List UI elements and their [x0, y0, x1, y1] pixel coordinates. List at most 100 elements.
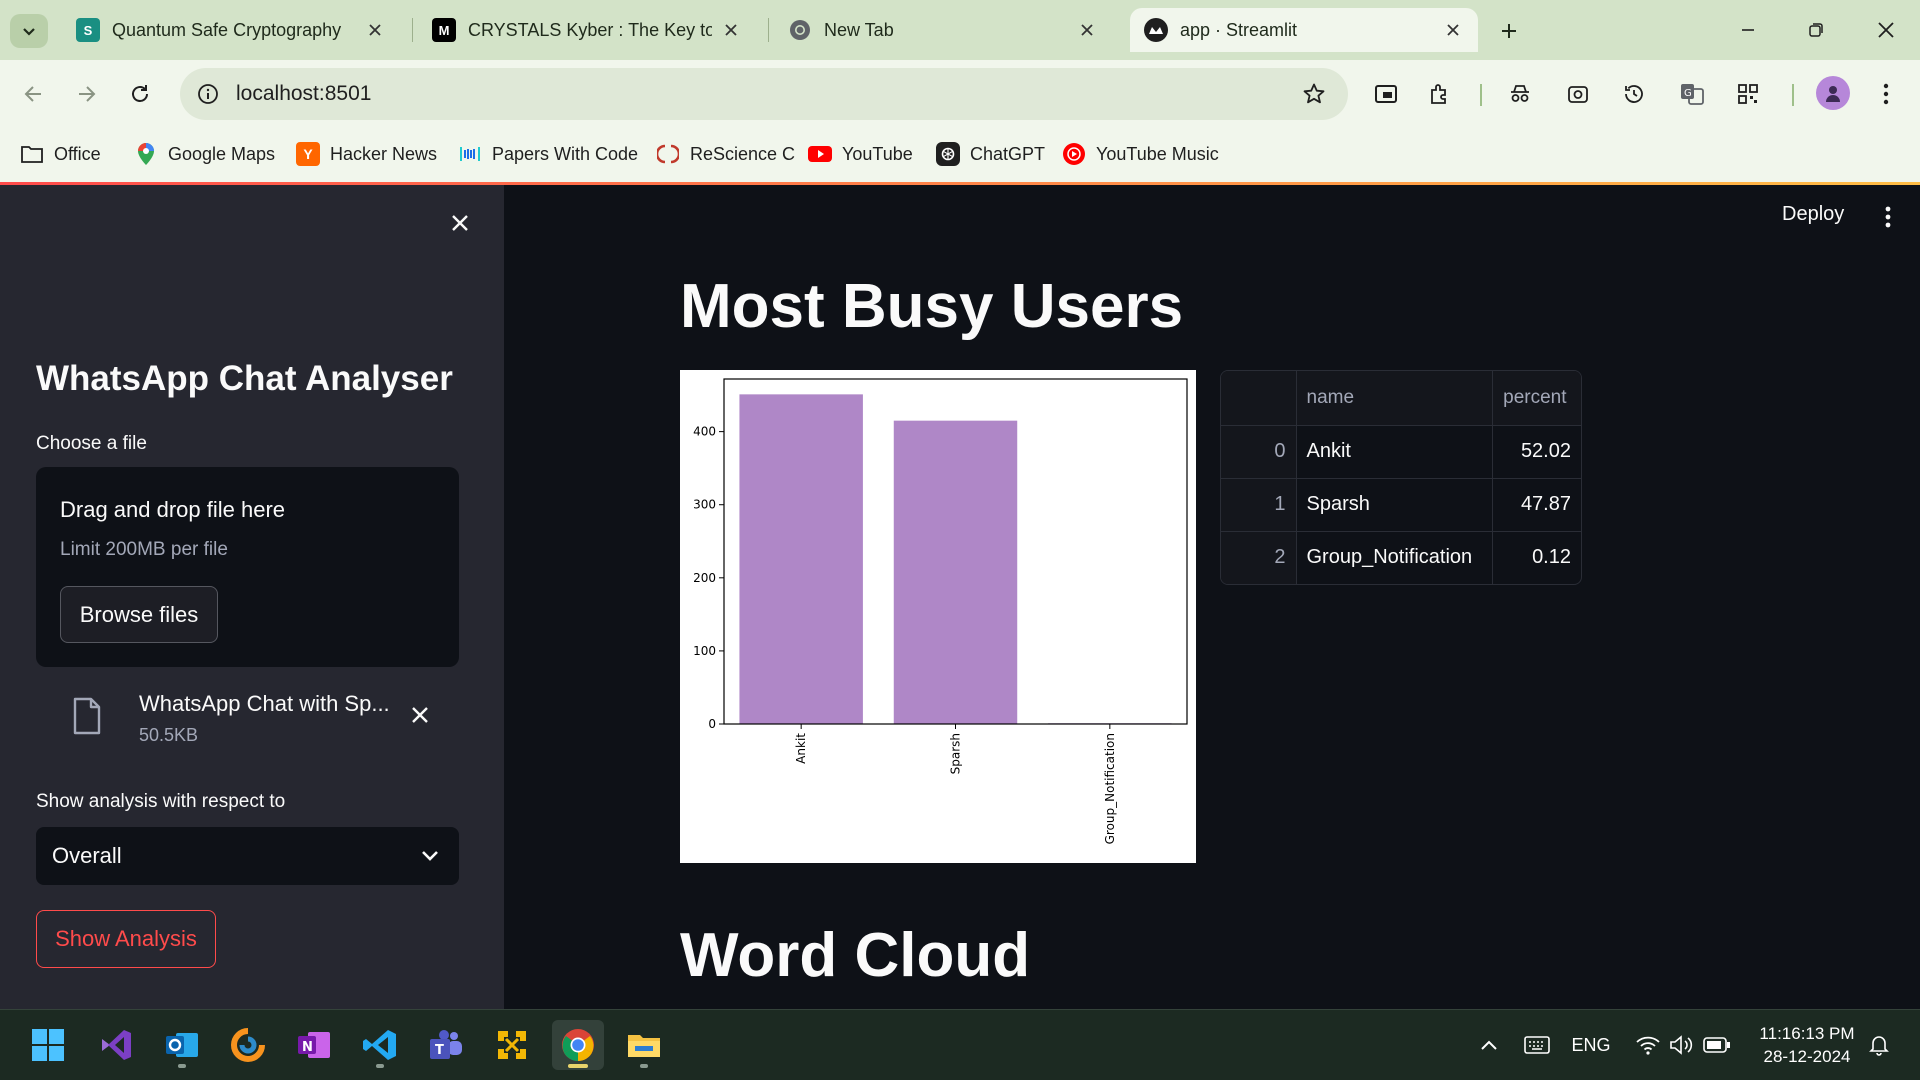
cell-percent[interactable]: 52.02: [1492, 425, 1581, 479]
bar: [893, 420, 1018, 724]
name-header[interactable]: name: [1296, 371, 1494, 426]
new-tab-button[interactable]: [1494, 16, 1524, 46]
file-explorer-icon: [628, 1035, 660, 1057]
show-analysis-button[interactable]: Show Analysis: [36, 910, 216, 968]
screenshot-extension-icon[interactable]: [1560, 76, 1596, 112]
close-icon[interactable]: [1442, 19, 1464, 41]
bookmark-label: Hacker News: [330, 143, 438, 164]
table-row: 1 Sparsh 47.87: [1221, 478, 1581, 532]
incognito-extension-icon[interactable]: [1502, 76, 1538, 112]
vertical-dots-icon: [1885, 206, 1891, 228]
history-icon[interactable]: [1616, 76, 1652, 112]
show-hidden-icons-button[interactable]: [1474, 1030, 1504, 1060]
cell-percent[interactable]: 47.87: [1492, 478, 1581, 532]
bookmark-chatgpt[interactable]: ChatGPT: [936, 138, 1045, 170]
extensions-icon[interactable]: [1422, 76, 1458, 112]
taskbar-app[interactable]: [222, 1020, 274, 1070]
taskbar-outlook[interactable]: [156, 1020, 208, 1070]
start-button[interactable]: [22, 1020, 74, 1070]
hacker-news-icon: Y: [296, 142, 320, 166]
index-header: [1221, 371, 1297, 426]
app2-icon: [498, 1031, 526, 1059]
cell-name[interactable]: Ankit: [1296, 425, 1494, 479]
tab-quantum-safe[interactable]: S Quantum Safe Cryptography: [62, 8, 400, 52]
bookmark-google-maps[interactable]: Google Maps: [134, 138, 275, 170]
uploader-label: Choose a file: [36, 433, 147, 454]
google-translate-icon[interactable]: G: [1674, 76, 1710, 112]
bookmark-youtube[interactable]: YouTube: [808, 138, 913, 170]
windows-taskbar: N T ENG 11:16:13 PM 28-12-2024: [0, 1009, 1920, 1080]
y-tick-label: 200: [693, 571, 716, 585]
taskbar-onenote[interactable]: N: [288, 1020, 340, 1070]
sidebar-close-button[interactable]: [442, 205, 478, 241]
tab-title: CRYSTALS Kyber : The Key to Po: [468, 19, 712, 40]
svg-text:G: G: [1684, 88, 1692, 99]
bookmark-rescience[interactable]: ReScience C: [656, 138, 795, 170]
taskbar-app-2[interactable]: [486, 1020, 538, 1070]
bookmark-hacker-news[interactable]: Y Hacker News: [296, 138, 437, 170]
picture-in-picture-icon[interactable]: [1368, 76, 1404, 112]
restore-button[interactable]: [1794, 12, 1838, 48]
y-tick-label: 300: [693, 498, 716, 512]
y-tick-label: 0: [708, 717, 716, 731]
address-bar[interactable]: localhost:8501: [180, 68, 1348, 120]
busy-users-table[interactable]: name percent 0 Ankit 52.02 1 Sparsh 47.8…: [1220, 370, 1582, 585]
cell-name[interactable]: Sparsh: [1296, 478, 1494, 532]
notifications-button[interactable]: [1864, 1030, 1894, 1060]
chrome-icon: [788, 18, 812, 42]
minimize-button[interactable]: [1726, 12, 1770, 48]
close-icon[interactable]: [1076, 19, 1098, 41]
network-volume-battery[interactable]: [1630, 1030, 1736, 1060]
dropzone-title: Drag and drop file here: [60, 497, 286, 522]
deploy-button[interactable]: Deploy: [1782, 203, 1844, 226]
browser-menu-button[interactable]: [1868, 76, 1904, 112]
site-info-icon[interactable]: [194, 80, 222, 108]
file-dropzone[interactable]: Drag and drop file here Limit 200MB per …: [36, 467, 459, 667]
x-tick-label: Sparsh: [949, 733, 963, 774]
cell-name[interactable]: Group_Notification: [1296, 531, 1494, 584]
qr-code-icon[interactable]: [1730, 76, 1766, 112]
analysis-user-select[interactable]: Overall: [36, 827, 459, 885]
taskbar-chrome[interactable]: [552, 1020, 604, 1070]
close-icon[interactable]: [364, 19, 386, 41]
bookmark-star-icon[interactable]: [1300, 80, 1328, 108]
y-tick-label: 100: [693, 644, 716, 658]
window-close-button[interactable]: [1864, 12, 1908, 48]
svg-text:T: T: [435, 1043, 444, 1058]
percent-header[interactable]: percent: [1492, 371, 1581, 426]
url-text[interactable]: localhost:8501: [236, 82, 371, 106]
app-menu-button[interactable]: [1874, 203, 1902, 231]
browse-files-button[interactable]: Browse files: [60, 586, 218, 643]
back-button[interactable]: [16, 76, 52, 112]
cell-percent[interactable]: 0.12: [1493, 531, 1581, 584]
close-icon[interactable]: [720, 19, 742, 41]
taskbar-vscode[interactable]: [354, 1020, 406, 1070]
system-clock[interactable]: 11:16:13 PM 28-12-2024: [1752, 1022, 1862, 1068]
tab-new-tab[interactable]: New Tab: [774, 8, 1112, 52]
bookmark-papers-with-code[interactable]: Papers With Code: [458, 138, 638, 170]
taskbar-visual-studio[interactable]: [90, 1020, 142, 1070]
bookmark-label: ReScience C: [690, 143, 796, 164]
reload-button[interactable]: [122, 76, 158, 112]
profile-avatar[interactable]: [1816, 76, 1850, 110]
bookmark-youtube-music[interactable]: YouTube Music: [1062, 138, 1219, 170]
remove-file-button[interactable]: [406, 701, 434, 729]
streamlit-icon: [1144, 18, 1168, 42]
language-indicator[interactable]: ENG: [1570, 1030, 1612, 1060]
forward-button[interactable]: [68, 76, 104, 112]
taskbar-teams[interactable]: T: [420, 1020, 472, 1070]
tab-search-button[interactable]: [10, 14, 48, 48]
close-icon: [412, 707, 428, 723]
tab-streamlit-app[interactable]: app · Streamlit: [1130, 8, 1478, 52]
outlook-icon: [166, 1033, 198, 1057]
teams-icon: T: [430, 1030, 462, 1059]
close-icon: [1878, 22, 1894, 38]
bookmark-office[interactable]: Office: [20, 138, 101, 170]
tab-crystals-kyber[interactable]: M CRYSTALS Kyber : The Key to Po: [418, 8, 756, 52]
battery-icon: [1703, 1037, 1730, 1053]
touch-keyboard-button[interactable]: [1520, 1030, 1554, 1060]
toolbar-separator: [1792, 84, 1794, 106]
row-index: 2: [1221, 531, 1297, 584]
taskbar-file-explorer[interactable]: [618, 1020, 670, 1070]
onenote-icon: N: [298, 1032, 330, 1058]
